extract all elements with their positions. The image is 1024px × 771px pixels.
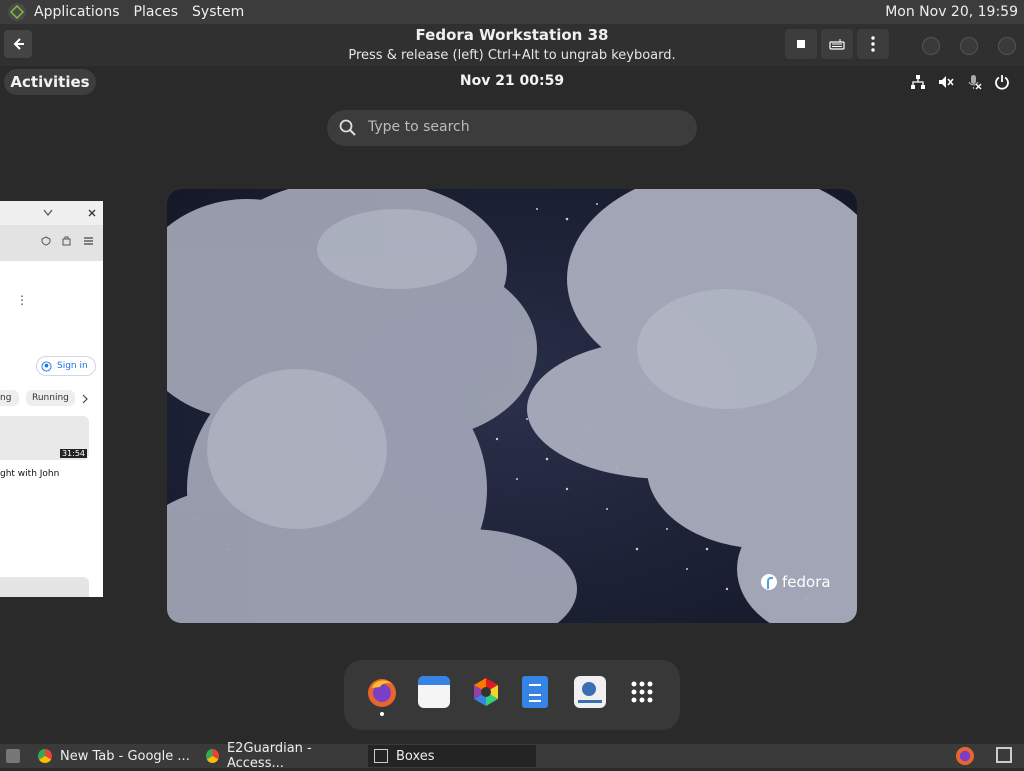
- browser-toolbar: [0, 225, 103, 261]
- taskbar-item[interactable]: E2Guardian - Access...: [200, 741, 368, 771]
- menu-button[interactable]: [857, 29, 889, 59]
- volume-muted-icon: [938, 74, 954, 90]
- boxes-icon[interactable]: [574, 676, 606, 708]
- calendar-icon[interactable]: [418, 676, 450, 708]
- wallpaper-clouds: [167, 189, 857, 623]
- microphone-muted-icon: [966, 74, 982, 90]
- chip[interactable]: ng: [0, 390, 20, 406]
- app-grid-icon[interactable]: [626, 676, 658, 708]
- account-icon: [41, 360, 52, 372]
- boxes-icon: [374, 749, 388, 763]
- text-editor-icon[interactable]: [522, 676, 548, 708]
- taskbar-item-label: Boxes: [396, 748, 435, 764]
- boxes-tray-icon[interactable]: [996, 747, 1012, 763]
- keyboard-icon: [829, 39, 845, 50]
- fedora-wordmark: fedora: [782, 573, 831, 591]
- chevron-down-icon: [43, 209, 53, 217]
- close-button[interactable]: [998, 37, 1016, 55]
- boxes-header-bar: Fedora Workstation 38 Press & release (l…: [0, 24, 1024, 67]
- maximize-button[interactable]: [960, 37, 978, 55]
- browser-window-thumbnail[interactable]: ⋮ Sign in ng Running 31:54 ght with John: [0, 201, 103, 597]
- video-duration: 31:54: [59, 449, 87, 458]
- taskbar-item-label: New Tab - Google ...: [60, 748, 190, 764]
- places-menu[interactable]: Places: [134, 4, 179, 20]
- search-placeholder: Type to search: [368, 119, 470, 135]
- running-indicator: [380, 712, 384, 716]
- system-status-area[interactable]: [910, 74, 1010, 90]
- search-icon: [339, 119, 356, 136]
- kebab-menu-icon: ⋮: [16, 293, 28, 307]
- host-clock[interactable]: Mon Nov 20, 19:59: [885, 4, 1018, 20]
- vertical-dots-icon: [871, 36, 875, 52]
- chip[interactable]: Running: [26, 390, 75, 406]
- chevron-right-icon[interactable]: [82, 394, 88, 404]
- taskbar-item[interactable]: New Tab - Google ...: [32, 745, 200, 767]
- applications-menu[interactable]: Applications: [34, 4, 120, 20]
- taskbar-item-label: E2Guardian - Access...: [226, 741, 312, 771]
- firefox-icon[interactable]: [366, 676, 398, 708]
- guest-display[interactable]: Activities Nov 21 00:59 Type to search ⋮: [0, 66, 1024, 744]
- tray: [956, 747, 1012, 765]
- extension-icon: [62, 236, 71, 246]
- taskbar-item-active[interactable]: Boxes: [368, 745, 536, 767]
- system-menu[interactable]: System: [192, 4, 244, 20]
- keyboard-button[interactable]: [821, 29, 853, 59]
- distro-logo-icon[interactable]: [8, 3, 26, 21]
- video-thumbnail[interactable]: 31:54: [0, 416, 89, 460]
- chrome-icon: [38, 749, 52, 763]
- network-icon: [910, 74, 926, 90]
- software-icon[interactable]: [470, 676, 502, 708]
- close-icon: [88, 209, 96, 217]
- power-icon: [994, 74, 1010, 90]
- sign-in-label: Sign in: [57, 361, 88, 371]
- dash: [344, 660, 680, 730]
- desktop-icon: [6, 749, 20, 763]
- video-title[interactable]: ght with John: [0, 469, 59, 479]
- guest-clock[interactable]: Nov 21 00:59: [0, 73, 1024, 89]
- stop-button[interactable]: [785, 29, 817, 59]
- stop-icon: [797, 40, 805, 48]
- host-taskbar: New Tab - Google ... E2Guardian - Access…: [0, 741, 1024, 771]
- show-desktop-button[interactable]: [0, 745, 32, 767]
- workspace-thumbnail[interactable]: fedora: [167, 189, 857, 623]
- fedora-icon: [761, 574, 777, 590]
- firefox-icon[interactable]: [956, 747, 974, 765]
- host-top-panel: Applications Places System Mon Nov 20, 1…: [0, 0, 1024, 24]
- chrome-icon: [206, 749, 219, 763]
- hamburger-icon: [84, 237, 93, 245]
- shield-icon: [41, 236, 51, 246]
- search-entry[interactable]: Type to search: [327, 110, 697, 146]
- minimize-button[interactable]: [922, 37, 940, 55]
- video-thumbnail[interactable]: [0, 577, 89, 597]
- browser-tabbar: [0, 201, 103, 225]
- fedora-logo: fedora: [761, 573, 831, 591]
- sign-in-button[interactable]: Sign in: [36, 356, 96, 376]
